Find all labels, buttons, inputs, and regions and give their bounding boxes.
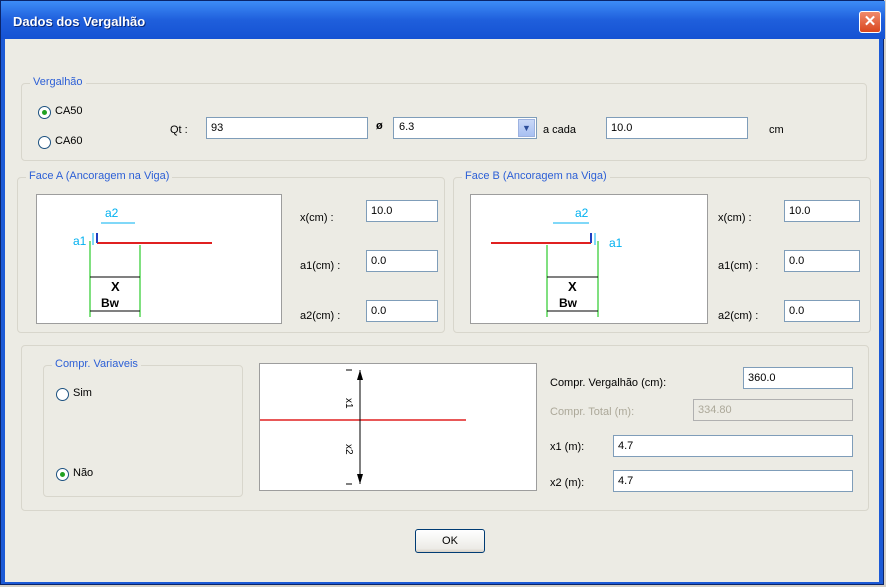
face-a-legend: Face A (Ancoragem na Viga) [26,170,173,182]
x1-label: x1 (m): [550,441,585,453]
x2-text: x2 [343,444,354,455]
compr-drawing: x1 x2 [260,369,466,485]
vergalhao-legend: Vergalhão [30,76,86,88]
x1-input[interactable]: 4.7 [613,435,853,457]
close-icon: ✕ [863,13,877,30]
face-b-diagram: a2 a1 X Bw [470,194,708,324]
sim-label[interactable]: Sim [73,387,92,399]
a-cada-input[interactable]: 10.0 [606,117,748,139]
nao-label[interactable]: Não [73,467,93,479]
x-text: X [111,279,120,294]
compr-total-label: Compr. Total (m): [550,406,635,418]
vergalhao-group: Vergalhão CA50 CA60 Qt : 93 ø 6.3 ▼ a ca… [21,76,867,161]
diameter-select[interactable]: 6.3 ▼ [393,117,537,139]
arrow-up-icon [357,370,363,380]
bw-text: Bw [559,296,578,310]
face-b-a1-label: a1(cm) : [718,260,759,272]
qt-label: Qt : [170,124,188,136]
compr-total-input: 334.80 [693,399,853,421]
x2-label: x2 (m): [550,477,585,489]
ca50-radio[interactable] [38,106,51,119]
dialog-body: Vergalhão CA50 CA60 Qt : 93 ø 6.3 ▼ a ca… [5,39,879,582]
dialog-window: Dados dos Vergalhão ✕ Vergalhão CA50 CA6… [0,0,885,585]
compr-vergalhao-input[interactable]: 360.0 [743,367,853,389]
unit-label: cm [769,124,784,136]
ca60-radio[interactable] [38,136,51,149]
title-bar[interactable]: Dados dos Vergalhão ✕ [1,1,885,39]
window-title: Dados dos Vergalhão [13,14,146,29]
face-a-a1-label: a1(cm) : [300,260,341,272]
face-b-group: Face B (Ancoragem na Viga) a2 a1 X Bw x(… [453,170,871,333]
face-b-legend: Face B (Ancoragem na Viga) [462,170,610,182]
x2-input[interactable]: 4.7 [613,470,853,492]
bw-text: Bw [101,296,120,310]
face-a-drawing: a2 a1 X Bw [73,206,212,317]
compr-variaveis-legend: Compr. Variaveis [52,358,141,370]
compr-variaveis-group: Compr. Variaveis Sim Não [43,358,243,497]
x-text: X [568,279,577,294]
ok-button[interactable]: OK [415,529,485,553]
face-b-drawing: a2 a1 X Bw [491,206,623,317]
a-cada-label: a cada [543,124,577,136]
face-b-a1-input[interactable]: 0.0 [784,250,860,272]
face-a-a1-input[interactable]: 0.0 [366,250,438,272]
a1-text: a1 [609,236,623,250]
face-b-a2-input[interactable]: 0.0 [784,300,860,322]
arrow-down-icon [357,474,363,484]
face-b-x-label: x(cm) : [718,212,752,224]
face-a-x-input[interactable]: 10.0 [366,200,438,222]
a2-text: a2 [105,206,119,220]
a2-text: a2 [575,206,589,220]
face-b-x-input[interactable]: 10.0 [784,200,860,222]
face-a-group: Face A (Ancoragem na Viga) a2 a1 X Bw x(… [17,170,445,333]
compr-vergalhao-label: Compr. Vergalhão (cm): [550,377,667,389]
face-a-a2-input[interactable]: 0.0 [366,300,438,322]
compr-diagram: x1 x2 [259,363,537,491]
diameter-select-value: 6.3 [399,121,415,133]
face-b-a2-label: a2(cm) : [718,310,759,322]
ca50-label[interactable]: CA50 [55,105,83,117]
x1-text: x1 [343,398,354,409]
ca60-label[interactable]: CA60 [55,135,83,147]
qt-input[interactable]: 93 [206,117,368,139]
face-a-diagram: a2 a1 X Bw [36,194,282,324]
face-a-a2-label: a2(cm) : [300,310,341,322]
diameter-symbol: ø [376,120,383,132]
a1-text: a1 [73,234,87,248]
face-a-x-label: x(cm) : [300,212,334,224]
sim-radio[interactable] [56,388,69,401]
close-button[interactable]: ✕ [859,11,881,33]
nao-radio[interactable] [56,468,69,481]
chevron-down-icon[interactable]: ▼ [518,119,535,137]
